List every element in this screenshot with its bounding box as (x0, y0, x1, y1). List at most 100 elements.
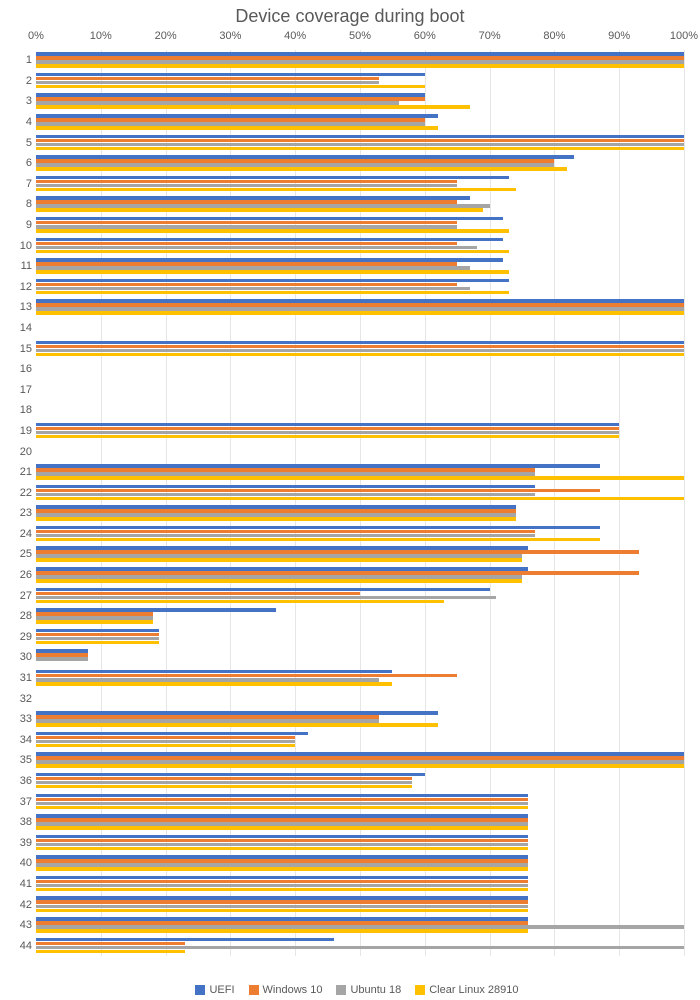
category-row: 19 (36, 421, 684, 442)
bar-windows-10 (36, 880, 528, 884)
legend-label: Clear Linux 28910 (429, 984, 518, 996)
bar-clear-linux-28910 (36, 229, 509, 233)
bar-clear-linux-28910 (36, 208, 483, 212)
category-row: 6 (36, 153, 684, 174)
bar-clear-linux-28910 (36, 126, 438, 130)
category-row: 13 (36, 297, 684, 318)
bar-windows-10 (36, 818, 528, 822)
bar-uefi (36, 196, 470, 200)
category-row: 2 (36, 71, 684, 92)
category-row: 32 (36, 688, 684, 709)
bar-uefi (36, 835, 528, 839)
bar-clear-linux-28910 (36, 641, 159, 645)
bar-clear-linux-28910 (36, 847, 528, 851)
bar-uefi (36, 135, 684, 139)
y-tick-label: 21 (12, 466, 32, 478)
category-row: 37 (36, 791, 684, 812)
bar-windows-10 (36, 262, 457, 266)
y-tick-label: 31 (12, 672, 32, 684)
bar-uefi (36, 526, 600, 530)
bar-windows-10 (36, 283, 457, 287)
bar-ubuntu-18 (36, 472, 535, 476)
bar-ubuntu-18 (36, 678, 379, 682)
bar-uefi (36, 155, 574, 159)
y-tick-label: 38 (12, 816, 32, 828)
bar-ubuntu-18 (36, 143, 684, 147)
bar-uefi (36, 649, 88, 653)
category-row: 21 (36, 462, 684, 483)
bar-clear-linux-28910 (36, 723, 438, 727)
bar-uefi (36, 505, 516, 509)
category-row: 35 (36, 750, 684, 771)
bar-windows-10 (36, 180, 457, 184)
bar-ubuntu-18 (36, 596, 496, 600)
bar-clear-linux-28910 (36, 353, 684, 357)
y-tick-label: 7 (12, 178, 32, 190)
bar-clear-linux-28910 (36, 85, 425, 89)
y-tick-label: 16 (12, 363, 32, 375)
category-row: 7 (36, 174, 684, 195)
bar-windows-10 (36, 303, 684, 307)
bar-windows-10 (36, 139, 684, 143)
bar-ubuntu-18 (36, 163, 554, 167)
bar-clear-linux-28910 (36, 744, 295, 748)
bar-uefi (36, 546, 528, 550)
bar-clear-linux-28910 (36, 311, 684, 315)
bar-uefi (36, 279, 509, 283)
legend-swatch (415, 985, 425, 995)
bar-clear-linux-28910 (36, 826, 528, 830)
bar-ubuntu-18 (36, 349, 684, 353)
category-row: 44 (36, 935, 684, 956)
bar-clear-linux-28910 (36, 105, 470, 109)
y-tick-label: 5 (12, 137, 32, 149)
bar-ubuntu-18 (36, 554, 522, 558)
bar-uefi (36, 217, 503, 221)
x-tick-label: 20% (155, 30, 177, 42)
bar-ubuntu-18 (36, 925, 684, 929)
bar-ubuntu-18 (36, 616, 153, 620)
bar-uefi (36, 629, 159, 633)
y-tick-label: 37 (12, 796, 32, 808)
bar-uefi (36, 814, 528, 818)
category-row: 43 (36, 915, 684, 936)
y-tick-label: 33 (12, 713, 32, 725)
bar-clear-linux-28910 (36, 909, 528, 913)
bar-ubuntu-18 (36, 513, 516, 517)
bar-windows-10 (36, 200, 457, 204)
bar-windows-10 (36, 97, 425, 101)
y-tick-label: 19 (12, 425, 32, 437)
y-tick-label: 6 (12, 157, 32, 169)
y-tick-label: 25 (12, 548, 32, 560)
y-tick-label: 15 (12, 343, 32, 355)
category-row: 17 (36, 379, 684, 400)
bar-uefi (36, 299, 684, 303)
bar-windows-10 (36, 77, 379, 81)
bar-ubuntu-18 (36, 81, 379, 85)
category-row: 23 (36, 503, 684, 524)
bar-windows-10 (36, 159, 554, 163)
category-row: 16 (36, 359, 684, 380)
bar-windows-10 (36, 550, 639, 554)
bar-clear-linux-28910 (36, 929, 528, 933)
y-tick-label: 8 (12, 198, 32, 210)
y-tick-label: 4 (12, 116, 32, 128)
y-tick-label: 43 (12, 919, 32, 931)
bar-clear-linux-28910 (36, 764, 684, 768)
bar-uefi (36, 464, 600, 468)
bar-uefi (36, 794, 528, 798)
bar-ubuntu-18 (36, 946, 684, 950)
chart-title: Device coverage during boot (0, 6, 700, 27)
y-tick-label: 27 (12, 590, 32, 602)
bar-clear-linux-28910 (36, 579, 522, 583)
category-row: 22 (36, 482, 684, 503)
bar-windows-10 (36, 653, 88, 657)
legend-swatch (195, 985, 205, 995)
y-tick-label: 14 (12, 322, 32, 334)
bar-clear-linux-28910 (36, 270, 509, 274)
category-row: 25 (36, 544, 684, 565)
category-row: 11 (36, 256, 684, 277)
bar-windows-10 (36, 118, 425, 122)
bar-clear-linux-28910 (36, 167, 567, 171)
bar-uefi (36, 876, 528, 880)
bar-ubuntu-18 (36, 204, 490, 208)
